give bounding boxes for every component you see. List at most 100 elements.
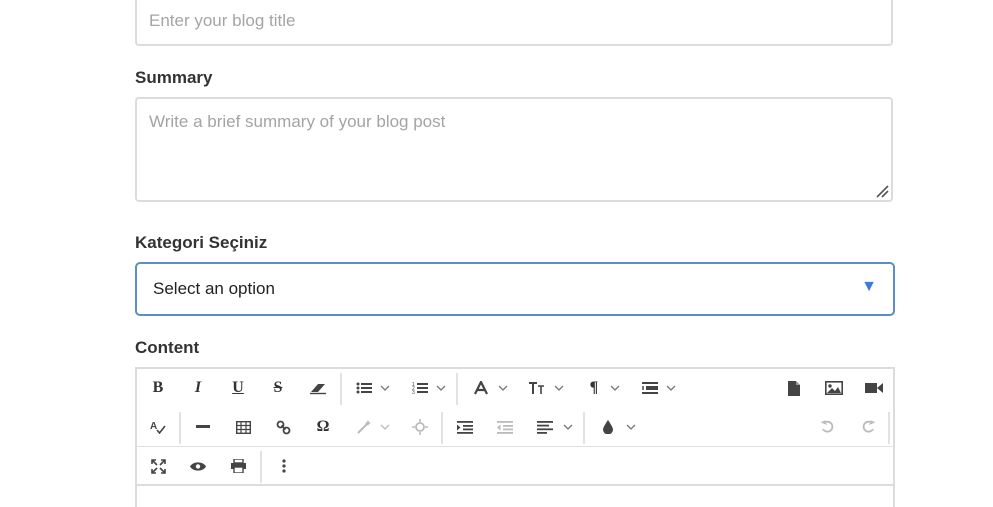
- toolbar-row-1: B I U S 1 2 3 ¶: [137, 369, 893, 407]
- align-button[interactable]: [530, 412, 560, 442]
- insert-file-button[interactable]: [779, 373, 809, 403]
- title-input[interactable]: Enter your blog title: [135, 0, 893, 46]
- font-color-icon: [474, 381, 488, 395]
- line-height-icon: [642, 382, 658, 394]
- align-left-icon: [537, 420, 553, 434]
- magic-wand-icon: [357, 420, 371, 434]
- table-button[interactable]: [228, 412, 258, 442]
- color-dropdown[interactable]: [621, 412, 641, 442]
- toolbar-separator: [340, 373, 342, 405]
- undo-button[interactable]: [813, 412, 843, 442]
- image-icon: [825, 381, 843, 395]
- category-selected-value: Select an option: [153, 279, 275, 298]
- underline-icon: U: [232, 379, 244, 396]
- chevron-down-icon: [626, 424, 636, 430]
- summary-textarea[interactable]: Write a brief summary of your blog post: [135, 97, 893, 202]
- resize-grip-icon[interactable]: [875, 184, 889, 198]
- bold-icon: B: [152, 379, 164, 396]
- redo-icon: [862, 420, 875, 433]
- fullscreen-icon: [150, 458, 166, 474]
- italic-button[interactable]: I: [183, 373, 213, 403]
- chevron-down-icon: [436, 385, 446, 391]
- outdent-icon: [497, 420, 513, 434]
- special-char-button[interactable]: Ω: [308, 412, 338, 442]
- spellcheck-button[interactable]: A: [143, 412, 173, 442]
- chevron-down-icon: [380, 424, 390, 430]
- horizontal-rule-icon: [196, 425, 210, 428]
- more-vertical-icon: [282, 459, 286, 473]
- table-icon: [235, 420, 251, 434]
- indent-button[interactable]: [450, 412, 480, 442]
- chevron-down-icon: [498, 385, 508, 391]
- bullet-list-icon: [356, 382, 372, 394]
- toolbar-separator: [179, 412, 181, 444]
- numbered-list-icon: 1 2 3: [412, 382, 428, 395]
- omega-icon: Ω: [316, 418, 330, 435]
- select-arrow-icon: ▼: [861, 278, 877, 295]
- file-icon: [788, 380, 800, 396]
- toolbar-row-2: A Ω: [137, 408, 893, 446]
- redo-button[interactable]: [853, 412, 883, 442]
- spellcheck-icon: A: [150, 421, 166, 434]
- eraser-icon: [310, 384, 326, 395]
- fullscreen-button[interactable]: [143, 451, 173, 481]
- summary-placeholder: Write a brief summary of your blog post: [149, 112, 446, 131]
- chevron-down-icon: [563, 424, 573, 430]
- strikethrough-button[interactable]: S: [263, 373, 293, 403]
- chevron-down-icon: [666, 385, 676, 391]
- color-button[interactable]: [593, 412, 623, 442]
- strikethrough-icon: S: [273, 379, 283, 396]
- indent-icon: [457, 420, 473, 434]
- toolbar-separator: [888, 412, 890, 444]
- font-size-icon: [529, 382, 544, 394]
- toolbar-row-3: [137, 446, 893, 485]
- font-size-dropdown[interactable]: [549, 373, 569, 403]
- toolbar-separator: [260, 451, 262, 483]
- outdent-button[interactable]: [490, 412, 520, 442]
- category-label: Kategori Seçiniz: [135, 233, 268, 252]
- category-select[interactable]: Select an option ▼: [135, 262, 895, 316]
- font-color-dropdown[interactable]: [493, 373, 513, 403]
- undo-icon: [821, 420, 834, 433]
- italic-icon: I: [194, 379, 202, 396]
- link-button[interactable]: [268, 412, 298, 442]
- unlink-button[interactable]: [405, 412, 435, 442]
- paragraph-icon: ¶: [589, 379, 599, 396]
- editor-content-divider: [137, 484, 893, 486]
- title-placeholder: Enter your blog title: [149, 11, 296, 30]
- video-icon: [865, 383, 883, 393]
- print-icon: [230, 459, 246, 473]
- toolbar-separator: [583, 412, 585, 444]
- insert-video-button[interactable]: [859, 373, 889, 403]
- preview-button[interactable]: [183, 451, 213, 481]
- chevron-down-icon: [610, 385, 620, 391]
- summary-label: Summary: [135, 68, 213, 87]
- bold-button[interactable]: B: [143, 373, 173, 403]
- svg-text:3: 3: [412, 390, 415, 395]
- color-drop-icon: [603, 420, 613, 434]
- line-height-dropdown[interactable]: [661, 373, 681, 403]
- print-button[interactable]: [223, 451, 253, 481]
- font-size-button[interactable]: [522, 373, 552, 403]
- toolbar-separator: [456, 373, 458, 405]
- svg-text:A: A: [150, 421, 157, 432]
- magic-wand-dropdown[interactable]: [375, 412, 395, 442]
- preview-eye-icon: [190, 461, 206, 471]
- more-options-button[interactable]: [269, 451, 299, 481]
- horizontal-rule-button[interactable]: [188, 412, 218, 442]
- unlink-icon: [412, 419, 428, 435]
- eraser-button[interactable]: [303, 373, 333, 403]
- rich-text-editor: B I U S 1 2 3 ¶ A Ω: [135, 367, 895, 507]
- content-label: Content: [135, 338, 200, 357]
- font-color-button[interactable]: [466, 373, 496, 403]
- paragraph-dropdown[interactable]: [605, 373, 625, 403]
- link-icon: [276, 420, 290, 434]
- chevron-down-icon: [380, 385, 390, 391]
- bullet-list-dropdown[interactable]: [375, 373, 395, 403]
- underline-button[interactable]: U: [223, 373, 253, 403]
- align-dropdown[interactable]: [558, 412, 578, 442]
- toolbar-separator: [441, 412, 443, 444]
- insert-image-button[interactable]: [819, 373, 849, 403]
- chevron-down-icon: [554, 385, 564, 391]
- numbered-list-dropdown[interactable]: [431, 373, 451, 403]
